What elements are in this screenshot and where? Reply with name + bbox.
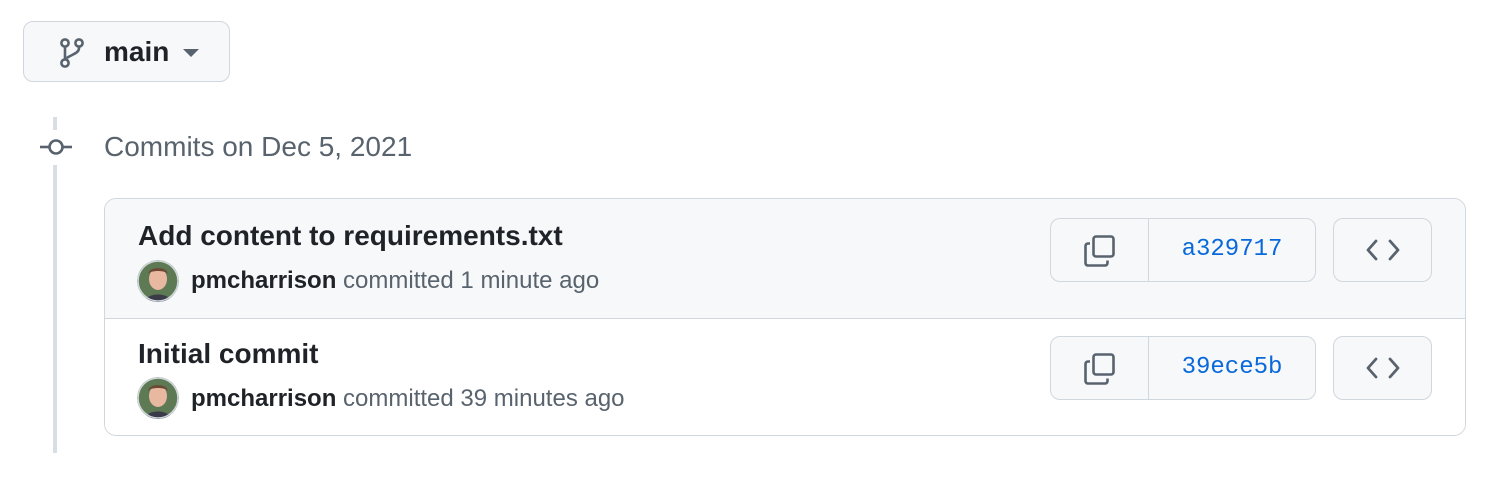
branch-name-label: main <box>104 36 170 67</box>
commit-sha-link[interactable]: 39ece5b <box>1149 337 1315 399</box>
commit-history-page: main Commits on Dec 5, 2021 Add content … <box>0 0 1500 482</box>
copy-sha-button[interactable] <box>1051 219 1149 281</box>
triangle-down-icon <box>183 49 199 57</box>
avatar[interactable] <box>137 377 179 419</box>
commit-sha-link[interactable]: a329717 <box>1149 219 1315 281</box>
commit-time: 1 minute ago <box>460 267 600 294</box>
commit-sha-button-group: a329717 <box>1050 218 1316 282</box>
commit-meta: pmcharrison committed 1 minute ago <box>191 266 599 296</box>
copy-icon <box>1084 353 1115 385</box>
code-icon <box>1366 357 1400 379</box>
commit-title-link[interactable]: Initial commit <box>138 337 318 371</box>
copy-sha-button[interactable] <box>1051 337 1149 399</box>
commit-action-text: committed <box>343 385 454 412</box>
commit-time: 39 minutes ago <box>460 385 625 412</box>
avatar[interactable] <box>137 260 179 302</box>
timeline-line <box>53 117 57 130</box>
commits-date-heading: Commits on Dec 5, 2021 <box>104 131 413 162</box>
commit-author-link[interactable]: pmcharrison <box>191 385 336 412</box>
browse-repo-button[interactable] <box>1333 218 1432 282</box>
commits-list: Add content to requirements.txt pmcharri… <box>104 198 1466 436</box>
browse-repo-button[interactable] <box>1333 336 1432 400</box>
copy-icon <box>1084 235 1115 267</box>
commit-title-link[interactable]: Add content to requirements.txt <box>138 219 563 253</box>
branch-selector-button[interactable]: main <box>23 21 230 82</box>
code-icon <box>1366 239 1400 261</box>
git-branch-icon <box>60 38 84 68</box>
timeline-line <box>53 165 57 453</box>
commit-sha-button-group: 39ece5b <box>1050 336 1316 400</box>
commit-meta: pmcharrison committed 39 minutes ago <box>191 384 625 414</box>
commit-action-text: committed <box>343 267 454 294</box>
git-commit-icon <box>40 139 72 155</box>
commit-author-link[interactable]: pmcharrison <box>191 267 336 294</box>
